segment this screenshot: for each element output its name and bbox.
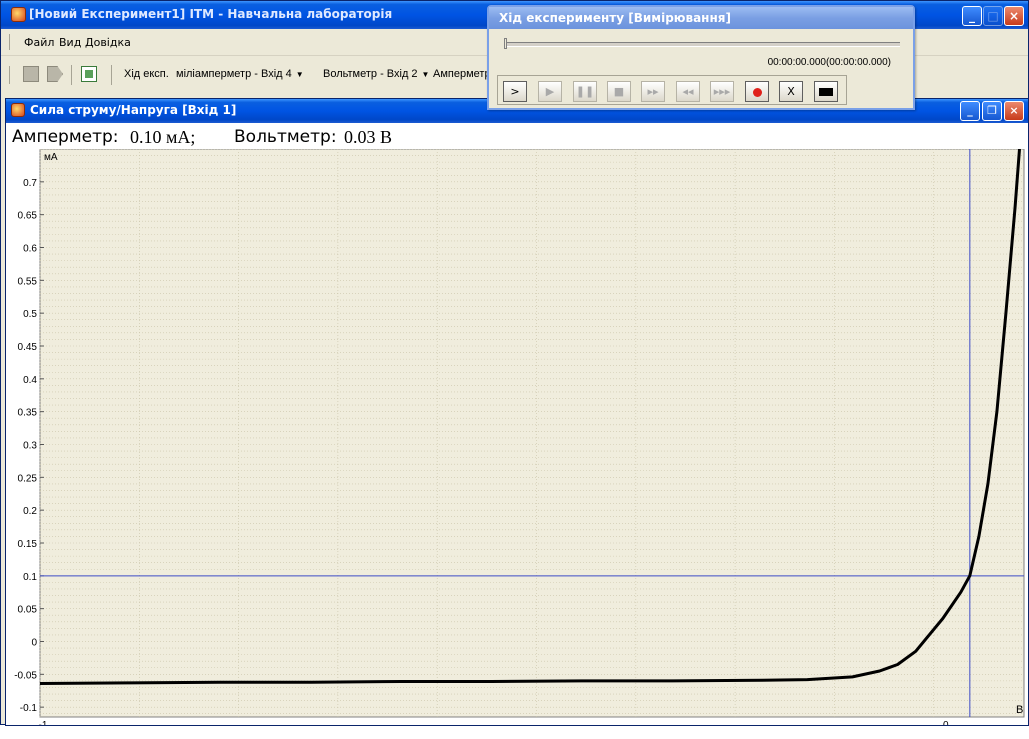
chart-window-title: Сила струму/Напруга [Вхід 1] [30,103,237,117]
device-selector-3[interactable]: Амперметр [433,68,491,80]
fast-forward-button[interactable]: ▸▸ [641,81,665,102]
experiment-progress-window: Хід експерименту [Вимірювання] 00:00:00.… [487,5,915,110]
x-axis-label: В [1016,704,1023,716]
y-tick-label: 0.05 [18,605,38,616]
stop-icon: ■ [613,85,625,98]
voltmeter-value: 0.03 В [344,127,393,147]
voltmeter-label: Вольтметр: [234,127,337,147]
toolbar-separator [71,65,72,85]
skip-button[interactable]: ▸▸▸ [710,81,734,102]
y-tick-label: 0.5 [23,309,37,320]
device-selector-1-label: міліамперметр - Вхід 4 [176,68,292,80]
experiment-progress-button[interactable]: Хід експ. [124,68,169,80]
y-tick-label: 0.25 [18,473,38,484]
progress-window-title-bar[interactable]: Хід експерименту [Вимірювання] [489,7,913,29]
fast-forward-icon: ▸▸ [647,85,659,98]
chevron-down-icon: ▼ [421,70,430,79]
menu-help[interactable]: Довідка [85,36,131,49]
y-axis-label: мА [44,152,58,163]
y-tick-label: 0.55 [18,276,38,287]
minimize-button[interactable]: _ [962,6,982,26]
y-tick-label: 0.7 [23,178,37,189]
y-tick-label: 0.3 [23,440,37,451]
rewind-button[interactable]: ◂◂ [676,81,700,102]
toolbar-grip [9,66,13,84]
page-icon[interactable] [23,66,39,82]
progress-slider[interactable] [504,38,900,49]
copy-icon[interactable] [81,66,97,82]
record-icon [752,87,762,97]
skip-icon: ▸▸▸ [713,85,731,98]
device-selector-1[interactable]: міліамперметр - Вхід 4 ▼ [176,68,304,80]
screen-button[interactable] [814,81,838,102]
x-tick-label: -1 [39,720,48,725]
chart-close-button[interactable]: × [1004,101,1024,121]
progress-window-title: Хід експерименту [Вимірювання] [499,11,731,25]
y-tick-label: 0.4 [23,375,37,386]
menu-view[interactable]: Вид [59,36,81,49]
play-button[interactable]: > [503,81,527,102]
iv-chart[interactable]: -0.1 -0.05 0 0.05 0.1 0.15 0.2 0.25 0.3 0.35 0.4 0.… [6,149,1028,725]
chevron-down-icon: ▼ [295,70,304,79]
step-button[interactable]: ▶ [538,81,562,102]
chart-minimize-button[interactable]: _ [960,101,980,121]
menu-file[interactable]: Файл [24,36,54,49]
menu-grip [9,34,13,50]
step-icon: ▶ [545,85,555,98]
record-button[interactable] [745,81,769,102]
maximize-button[interactable]: □ [983,6,1003,26]
x-tick-label: 0 [943,720,949,725]
device-selector-2[interactable]: Вольтметр - Вхід 2 ▼ [323,68,429,80]
cancel-icon: X [787,85,795,98]
y-tick-label: 0.35 [18,408,38,419]
pause-icon: ❚❚ [575,85,595,98]
device-selector-2-label: Вольтметр - Вхід 2 [323,68,418,80]
app-title: [Новий Експеримент1] ITM - Навчальна лаб… [29,7,393,21]
y-tick-label: 0.65 [18,211,38,222]
screen-icon [819,88,833,96]
cancel-button[interactable]: X [779,81,803,102]
y-tick-label: 0 [31,637,37,648]
readout-bar: Амперметр: 0.10 мА; Вольтметр: 0.03 В [6,123,1028,149]
chart-restore-button[interactable]: ❐ [982,101,1002,121]
y-tick-label: -0.05 [14,670,37,681]
chart-window: Сила струму/Напруга [Вхід 1] _ ❐ × Ампер… [5,98,1029,726]
timer-readout: 00:00:00.000(00:00:00.000) [767,57,891,68]
ammeter-label: Амперметр: [12,127,119,147]
y-tick-label: 0.45 [18,342,38,353]
play-icon: > [510,85,520,98]
y-tick-label: 0.6 [23,243,37,254]
progress-slider-thumb[interactable] [504,38,507,49]
y-tick-label: -0.1 [20,703,38,714]
close-button[interactable]: × [1004,6,1024,26]
ammeter-value: 0.10 мА; [130,127,196,147]
stop-button[interactable]: ■ [607,81,631,102]
forward-icon[interactable] [47,66,63,82]
toolbar-separator [111,65,112,85]
y-tick-label: 0.1 [23,572,37,583]
app-icon [11,7,26,22]
pause-button[interactable]: ❚❚ [573,81,597,102]
y-tick-label: 0.15 [18,539,38,550]
y-tick-label: 0.2 [23,506,37,517]
rewind-icon: ◂◂ [682,85,694,98]
chart-window-icon [11,103,25,117]
